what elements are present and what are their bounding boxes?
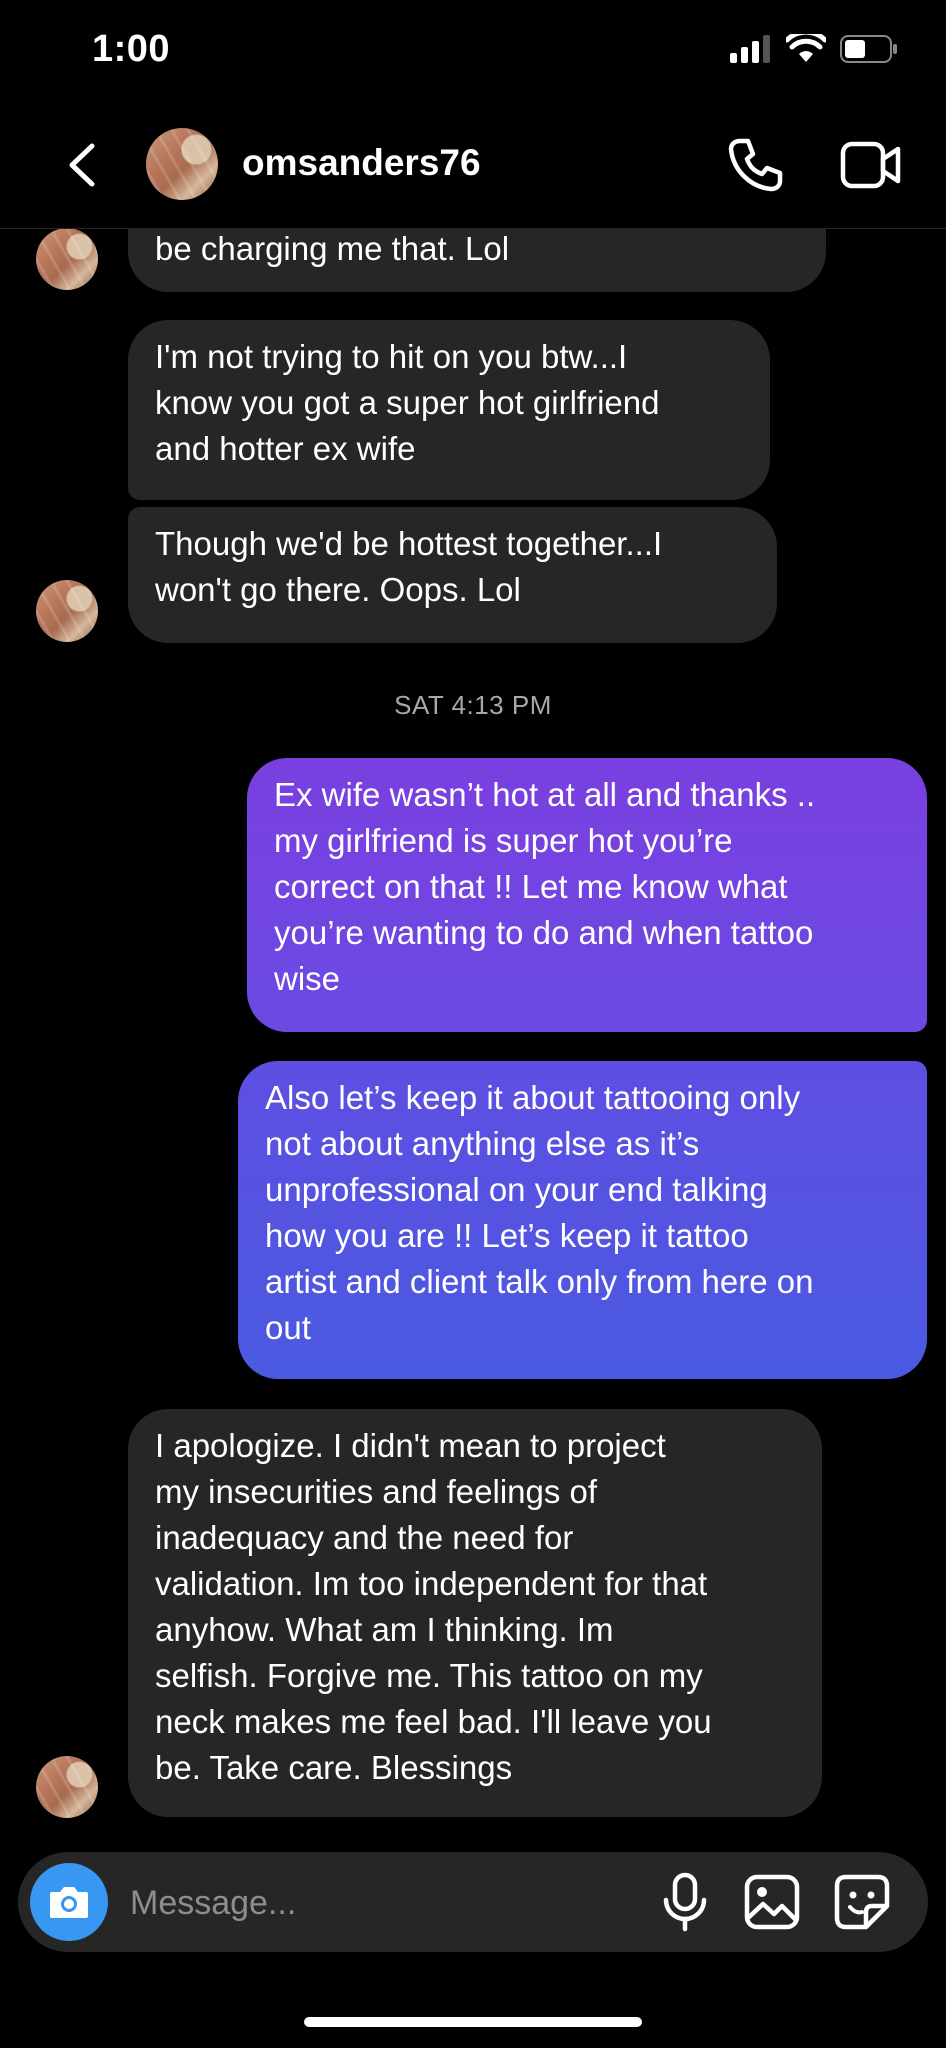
chevron-left-icon[interactable] <box>58 140 108 190</box>
message-input[interactable] <box>128 1876 632 1930</box>
image-icon[interactable] <box>744 1874 800 1930</box>
username[interactable]: omsanders76 <box>242 142 481 184</box>
timestamp-divider: SAT 4:13 PM <box>394 690 552 720</box>
status-time: 1:00 <box>92 28 171 70</box>
incoming-message: I'm not trying to hit on you btw...I kno… <box>128 320 770 500</box>
sticker-icon[interactable] <box>834 1874 890 1930</box>
microphone-icon[interactable] <box>662 1872 708 1932</box>
home-indicator <box>304 2017 642 2027</box>
signal-icon <box>730 35 770 63</box>
incoming-message: Though we'd be hottest together...I won'… <box>128 507 777 643</box>
profile-avatar[interactable] <box>146 128 218 200</box>
sender-avatar <box>36 1756 98 1818</box>
wifi-icon <box>786 34 826 62</box>
sender-avatar <box>36 580 98 642</box>
camera-button[interactable] <box>30 1863 108 1941</box>
incoming-message: I apologize. I didn't mean to project my… <box>128 1409 822 1817</box>
battery-icon <box>840 35 897 63</box>
outgoing-message: Also let’s keep it about tattooing only … <box>238 1061 927 1379</box>
outgoing-message: Ex wife wasn’t hot at all and thanks .. … <box>247 758 927 1032</box>
video-camera-icon[interactable] <box>840 140 902 190</box>
camera-icon <box>50 1887 88 1918</box>
phone-icon[interactable] <box>726 136 784 194</box>
status-icons <box>730 34 898 64</box>
sender-avatar <box>36 228 98 290</box>
